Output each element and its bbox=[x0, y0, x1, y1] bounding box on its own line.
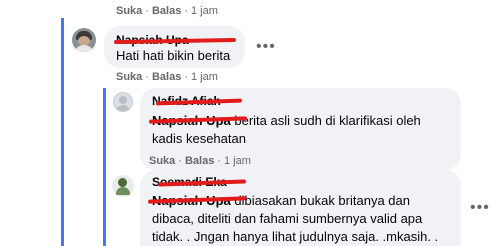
comment-time: 1 jam bbox=[191, 5, 218, 17]
comment-actions: Suka · Balas · 1 jam bbox=[149, 155, 251, 167]
like-link[interactable]: Suka bbox=[116, 71, 142, 83]
tagged-user-link[interactable]: Napsiah Upa bbox=[147, 193, 247, 208]
reply-link[interactable]: Balas bbox=[152, 5, 181, 17]
avatar[interactable] bbox=[72, 28, 96, 52]
comment-author[interactable]: Soemadi Eka bbox=[152, 175, 449, 189]
comment-text: Napsiah Upa berita asli sudh di klarifik… bbox=[148, 112, 449, 148]
comment-bubble: Napsiah Upa Hati hati bikin berita bbox=[104, 26, 245, 68]
comment-actions: Suka · Balas · 1 jam bbox=[116, 71, 218, 83]
comment-bubble: Soemadi Eka Napsiah Upa dibiasakan bukak… bbox=[140, 170, 461, 246]
thread-line-nested bbox=[103, 88, 106, 246]
thread-line bbox=[61, 18, 64, 246]
comment-actions-top: Suka · Balas · 1 jam bbox=[116, 5, 218, 17]
comment-text: Napsiah Upa dibiasakan bukak britanya da… bbox=[147, 192, 449, 246]
comment-time: 1 jam bbox=[224, 155, 251, 167]
comment-time: 1 jam bbox=[191, 71, 218, 83]
reply-link[interactable]: Balas bbox=[152, 71, 181, 83]
reply-link[interactable]: Balas bbox=[185, 155, 214, 167]
like-link[interactable]: Suka bbox=[149, 155, 175, 167]
comment-text: Hati hati bikin berita bbox=[116, 48, 231, 63]
avatar[interactable] bbox=[113, 92, 133, 112]
avatar[interactable] bbox=[112, 175, 134, 197]
comment-author[interactable]: Nafidz Afiah bbox=[152, 94, 449, 108]
tagged-user-link[interactable]: Napsiah Upa bbox=[148, 113, 248, 128]
more-horizontal-icon[interactable]: ••• bbox=[470, 200, 490, 216]
comment-author[interactable]: Napsiah Upa bbox=[113, 33, 237, 47]
more-horizontal-icon[interactable]: ••• bbox=[256, 39, 276, 55]
like-link[interactable]: Suka bbox=[116, 5, 142, 17]
